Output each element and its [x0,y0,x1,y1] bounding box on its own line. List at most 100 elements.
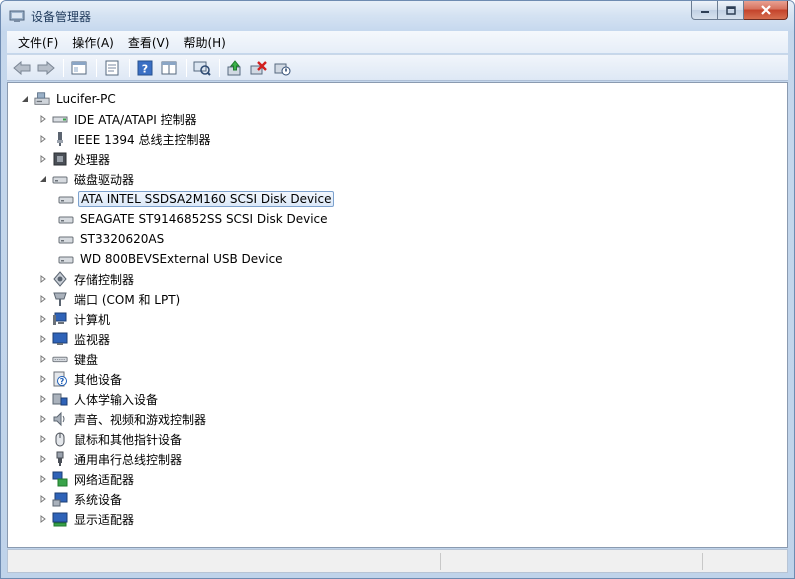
category-label: 显示适配器 [74,512,135,527]
usb-icon [52,451,68,467]
uninstall-button[interactable] [248,57,270,79]
expand-arrow-icon[interactable] [38,154,48,164]
expand-arrow-icon[interactable] [38,294,48,304]
tree-category-disk-drives[interactable]: 磁盘驱动器 [38,169,136,189]
expand-arrow-icon[interactable] [38,494,48,504]
expand-arrow-icon[interactable] [38,114,48,124]
tree-category-other-devices[interactable]: ? 其他设备 [38,369,124,389]
expand-arrow-icon[interactable] [38,474,48,484]
tree-category-processor[interactable]: 处理器 [38,149,112,169]
disk-drive-icon [58,251,74,267]
maximize-icon [725,5,736,15]
title-bar[interactable]: 设备管理器 [1,1,794,31]
keyboard-icon [52,351,68,367]
tree-category-computer[interactable]: 计算机 [38,309,112,329]
tree-device-seagate[interactable]: SEAGATE ST9146852SS SCSI Disk Device [58,209,330,229]
other-devices-icon: ? [52,371,68,387]
update-driver-icon [227,59,241,75]
tree-category-ports[interactable]: 端口 (COM 和 LPT) [38,289,182,309]
category-label: 网络适配器 [74,472,135,487]
tree-category-storage-controllers[interactable]: 存储控制器 [38,269,136,289]
menu-help[interactable]: 帮助(H) [176,32,232,53]
category-label: 端口 (COM 和 LPT) [74,292,181,307]
collapse-arrow-icon[interactable] [38,174,48,184]
processor-icon [52,151,68,167]
minimize-icon [700,11,709,13]
status-bar [7,549,788,573]
menu-view[interactable]: 查看(V) [121,32,177,53]
device-label: SEAGATE ST9146852SS SCSI Disk Device [80,212,328,226]
minimize-button[interactable] [691,1,718,20]
category-label: 通用串行总线控制器 [74,452,183,467]
category-label: 人体学输入设备 [74,392,159,407]
view-panel-button[interactable] [158,57,180,79]
toolbar-separator [186,58,187,77]
show-hide-tree-icon [71,61,87,74]
tree-category-keyboards[interactable]: 键盘 [38,349,100,369]
tree-category-usb[interactable]: 通用串行总线控制器 [38,449,184,469]
forward-arrow-icon [37,60,55,75]
display-adapter-icon [52,511,68,527]
disk-drive-icon [58,191,74,207]
tree-category-network-adapters[interactable]: 网络适配器 [38,469,136,489]
menu-bar: 文件(F) 操作(A) 查看(V) 帮助(H) [7,31,788,53]
tree-root[interactable]: Lucifer-PC [20,89,118,109]
tree-category-ieee1394[interactable]: IEEE 1394 总线主控制器 [38,129,212,149]
expand-arrow-icon[interactable] [38,414,48,424]
expand-arrow-icon[interactable] [38,454,48,464]
expand-arrow-icon[interactable] [38,394,48,404]
expand-arrow-icon[interactable] [38,354,48,364]
tree-category-display-adapters[interactable]: 显示适配器 [38,509,136,529]
disable-device-button[interactable] [272,57,294,79]
toolbar-separator [219,58,220,77]
expand-arrow-icon[interactable] [38,274,48,284]
expand-arrow-icon[interactable] [38,334,48,344]
collapse-arrow-icon[interactable] [20,94,30,104]
tree-category-sound[interactable]: 声音、视频和游戏控制器 [38,409,208,429]
expand-arrow-icon[interactable] [38,134,48,144]
toolbar: ? [7,54,788,81]
status-cell [440,553,702,570]
scan-hardware-button[interactable] [191,57,213,79]
expand-arrow-icon[interactable] [38,314,48,324]
close-button[interactable] [744,1,788,20]
monitor-icon [52,331,68,347]
update-driver-button[interactable] [224,57,246,79]
properties-button[interactable] [101,57,123,79]
expand-arrow-icon[interactable] [38,374,48,384]
network-adapter-icon [52,471,68,487]
window-controls [691,1,788,21]
menu-file[interactable]: 文件(F) [11,32,65,53]
back-arrow-icon [13,60,31,75]
expand-arrow-icon[interactable] [38,434,48,444]
tree-device-wd-usb[interactable]: WD 800BEVSExternal USB Device [58,249,285,269]
forward-button[interactable] [35,57,57,79]
back-button[interactable] [11,57,33,79]
help-button[interactable]: ? [134,57,156,79]
category-label: 键盘 [74,352,99,367]
category-label: IEEE 1394 总线主控制器 [74,132,211,147]
uninstall-icon [250,60,267,74]
view-panel-icon [161,61,177,74]
category-label: 磁盘驱动器 [74,172,135,187]
expand-arrow-icon[interactable] [38,514,48,524]
tree-category-mice[interactable]: 鼠标和其他指针设备 [38,429,184,449]
tree-category-ide[interactable]: IDE ATA/ATAPI 控制器 [38,109,199,129]
tree-category-system-devices[interactable]: 系统设备 [38,489,124,509]
category-label: 系统设备 [74,492,123,507]
tree-category-hid[interactable]: 人体学输入设备 [38,389,160,409]
sound-icon [52,411,68,427]
category-label: 鼠标和其他指针设备 [74,432,183,447]
tree-category-monitors[interactable]: 监视器 [38,329,112,349]
category-label: 存储控制器 [74,272,135,287]
menu-action[interactable]: 操作(A) [65,32,121,53]
show-hide-tree-button[interactable] [68,57,90,79]
tree-device-intel-ssd[interactable]: ATA INTEL SSDSA2M160 SCSI Disk Device [58,189,335,209]
category-label: IDE ATA/ATAPI 控制器 [74,112,197,127]
svg-text:?: ? [142,62,148,75]
device-tree-panel[interactable]: Lucifer-PC IDE ATA/ATAPI 控制器 IEEE 1394 总… [7,82,788,548]
hid-icon [52,391,68,407]
status-cell [702,553,786,570]
maximize-button[interactable] [718,1,744,20]
tree-device-st3320620as[interactable]: ST3320620AS [58,229,166,249]
